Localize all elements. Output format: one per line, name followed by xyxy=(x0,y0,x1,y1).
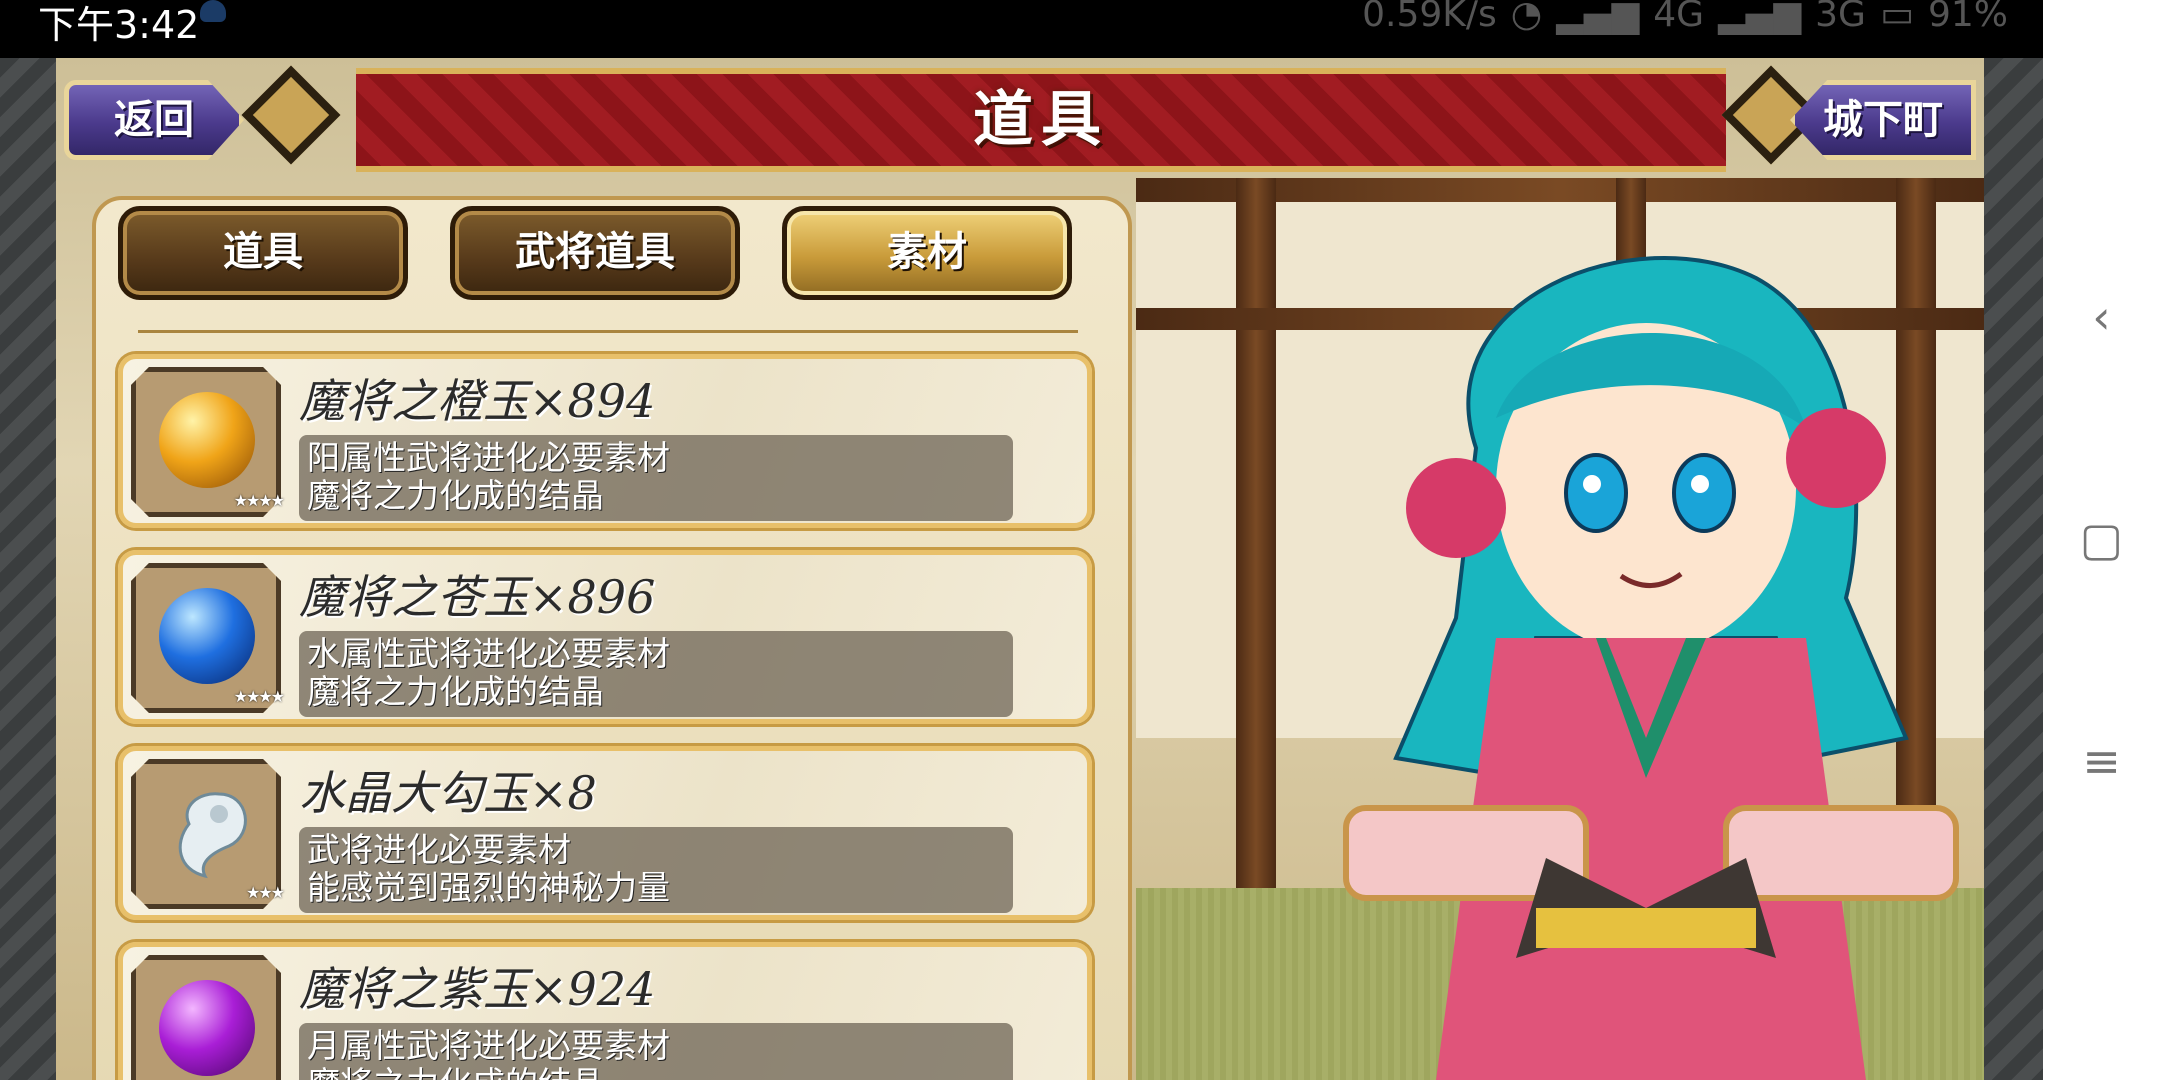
item-desc-line2: 魔将之力化成的结晶 xyxy=(307,1065,1005,1080)
back-button[interactable]: 返回 xyxy=(64,80,244,160)
tab-general-items[interactable]: 武将道具 xyxy=(450,206,740,300)
nav-back-icon[interactable]: ‹ xyxy=(2043,290,2160,344)
item-desc-line2: 魔将之力化成的结晶 xyxy=(307,476,604,515)
item-desc-line1: 月属性武将进化必要素材 xyxy=(307,1026,670,1065)
signal-3g-label: 3G xyxy=(1815,0,1866,35)
character-illustration xyxy=(1343,255,1959,1080)
signal-4g-label: 4G xyxy=(1653,0,1705,35)
room-pillar xyxy=(1236,178,1276,948)
nav-menu-icon[interactable]: ≡ xyxy=(2043,734,2160,788)
item-desc-line2: 魔将之力化成的结晶 xyxy=(307,672,604,711)
item-description: 水属性武将进化必要素材 魔将之力化成的结晶 xyxy=(299,631,1013,717)
item-name: 魔将之紫玉×924 xyxy=(299,962,656,1016)
item-description: 武将进化必要素材 能感觉到强烈的神秘力量 xyxy=(299,827,1013,913)
magatama-icon xyxy=(178,792,247,879)
android-nav-bar: ‹ ▢ ≡ xyxy=(2043,0,2160,1080)
item-name: 魔将之橙玉×894 xyxy=(299,374,656,428)
list-item[interactable]: ★★★★ 魔将之橙玉×894 阳属性武将进化必要素材 魔将之力化成的结晶 xyxy=(118,354,1092,528)
item-desc-line2: 能感觉到强烈的神秘力量 xyxy=(307,868,670,907)
game-screen: 道具 返回 城下町 道具 武将道具 素材 ★★★★ 魔将之橙玉×894 阳属性武… xyxy=(56,58,1984,1080)
alarm-icon: ◔ xyxy=(1510,0,1543,35)
nav-home-icon[interactable]: ▢ xyxy=(2043,512,2160,566)
header-bar: 道具 返回 城下町 xyxy=(56,58,1984,178)
item-desc-line1: 阳属性武将进化必要素材 xyxy=(307,438,670,477)
town-button[interactable]: 城下町 xyxy=(1790,80,1976,160)
item-description: 阳属性武将进化必要素材 魔将之力化成的结晶 xyxy=(299,435,1013,521)
background-right xyxy=(1984,58,2043,1080)
signal-icon-2: ▂▄▆ xyxy=(1718,0,1802,35)
signal-icon: ▂▄▆ xyxy=(1556,0,1640,35)
tab-materials[interactable]: 素材 xyxy=(782,206,1072,300)
list-item[interactable]: ★★★ 水晶大勾玉×8 武将进化必要素材 能感觉到强烈的神秘力量 xyxy=(118,746,1092,920)
status-bar: 下午3:42 0.59K/s ◔ ▂▄▆ 4G ▂▄▆ 3G ▭ 91% xyxy=(0,0,2043,58)
status-time: 下午3:42 xyxy=(38,3,200,47)
list-item[interactable]: ★★★★ 魔将之苍玉×896 水属性武将进化必要素材 魔将之力化成的结晶 xyxy=(118,550,1092,724)
purple-orb-icon xyxy=(159,980,255,1076)
blue-orb-icon xyxy=(159,588,255,684)
battery-icon: ▭ xyxy=(1879,0,1914,35)
item-desc-line1: 武将进化必要素材 xyxy=(307,830,571,869)
background-left xyxy=(0,58,56,1080)
item-desc-line1: 水属性武将进化必要素材 xyxy=(307,634,670,673)
item-name: 魔将之苍玉×896 xyxy=(299,570,656,624)
status-indicators: 0.59K/s ◔ ▂▄▆ 4G ▂▄▆ 3G ▭ 91% xyxy=(1362,0,2008,35)
qq-icon xyxy=(200,0,226,22)
network-speed: 0.59K/s xyxy=(1362,0,1497,35)
rarity-stars: ★★★ xyxy=(245,883,285,902)
item-name: 水晶大勾玉×8 xyxy=(299,766,597,820)
rarity-stars: ★★★★ xyxy=(233,491,285,510)
item-description: 月属性武将进化必要素材 魔将之力化成的结晶 xyxy=(299,1023,1013,1080)
divider xyxy=(138,330,1078,333)
ornament-left xyxy=(241,65,341,165)
page-title: 道具 xyxy=(973,85,1109,155)
battery-level: 91% xyxy=(1927,0,2008,35)
tab-items[interactable]: 道具 xyxy=(118,206,408,300)
orange-orb-icon xyxy=(159,392,255,488)
list-item[interactable]: ★★★★ 魔将之紫玉×924 月属性武将进化必要素材 魔将之力化成的结晶 xyxy=(118,942,1092,1080)
rarity-stars: ★★★★ xyxy=(233,687,285,706)
